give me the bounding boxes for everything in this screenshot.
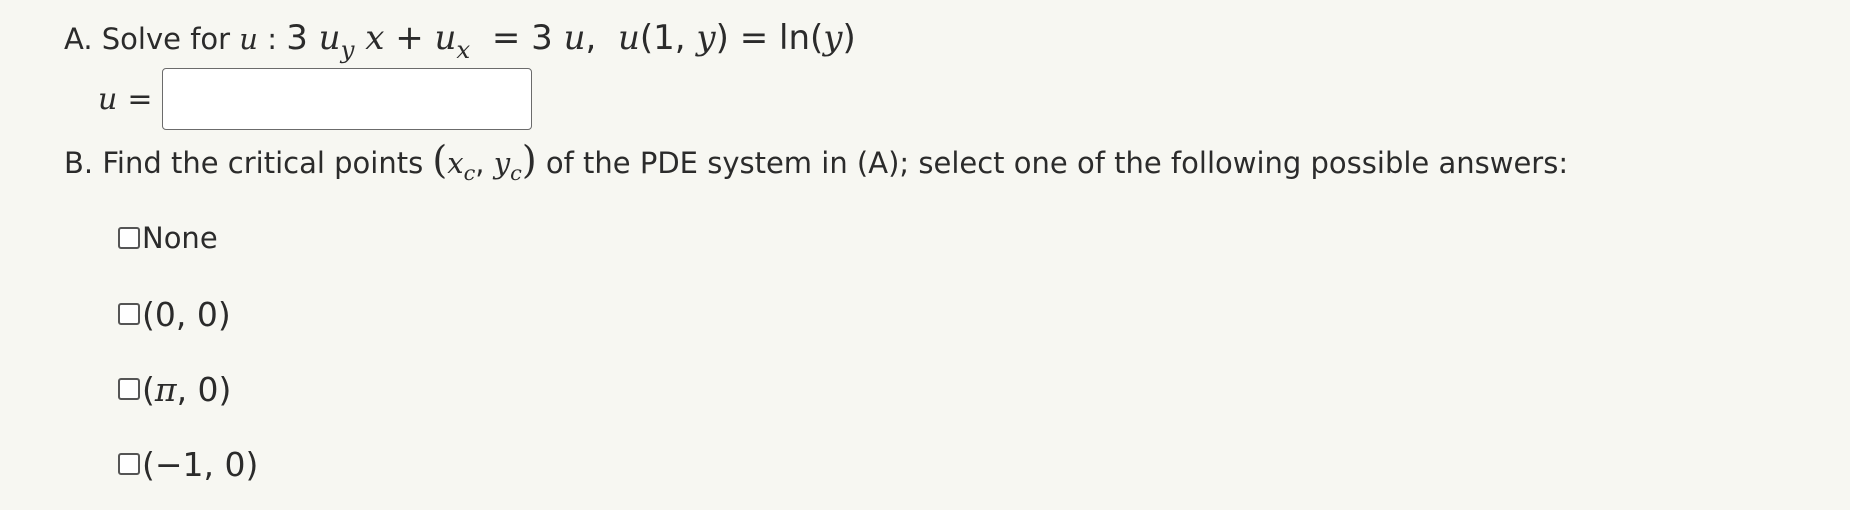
option-pi-zero-checkbox[interactable]	[118, 378, 140, 400]
ic-y: y	[696, 18, 716, 58]
pde-rhs-coef: 3	[531, 18, 553, 58]
option-neg-one-zero[interactable]: (−1, 0)	[118, 444, 258, 484]
question-b-yc-sub: c	[510, 161, 522, 186]
option-pi-zero[interactable]: (π, 0)	[118, 369, 231, 409]
ic-ln: ln(	[779, 18, 824, 58]
option-none-label: None	[142, 221, 218, 255]
ic-ln-arg: y	[823, 18, 843, 58]
question-b-close: )	[521, 138, 537, 182]
question-a-colon: :	[267, 22, 277, 56]
option-none-checkbox[interactable]	[118, 227, 140, 249]
pde-equation: 3 uy x + ux = 3 u, u(1, y) = ln(y)	[286, 18, 856, 64]
option-origin-checkbox[interactable]	[118, 303, 140, 325]
question-a-var: u	[239, 22, 258, 56]
pde-u2: u	[434, 18, 457, 58]
answer-row: u =	[98, 66, 533, 132]
option-pi-zero-open: (	[142, 369, 155, 409]
option-none[interactable]: None	[118, 220, 218, 256]
pde-u2-sub: x	[456, 34, 471, 64]
option-pi-zero-rest: , 0)	[176, 369, 232, 409]
question-b: B. Find the critical points (xc, yc) of …	[64, 136, 1568, 190]
option-neg-one-zero-checkbox[interactable]	[118, 453, 140, 475]
answer-label-equals: =	[127, 81, 153, 117]
answer-label-var: u	[98, 81, 118, 117]
pde-comma: ,	[585, 18, 597, 58]
question-b-open: (	[432, 138, 448, 182]
question-b-yc: y	[493, 146, 511, 180]
pde-coef: 3	[286, 18, 308, 58]
option-origin[interactable]: (0, 0)	[118, 294, 231, 334]
answer-input[interactable]	[162, 68, 533, 130]
ic-ln-close: )	[842, 18, 856, 58]
question-a-prefix: A. Solve for	[64, 22, 231, 56]
pde-plus: +	[395, 18, 424, 58]
pde-u1-sub: y	[340, 34, 355, 64]
ic-close: )	[715, 18, 729, 58]
question-b-suffix: of the PDE system in (A); select one of …	[545, 146, 1569, 180]
pde-equals: =	[491, 18, 521, 58]
question-b-sep: ,	[475, 146, 485, 180]
question-a: A. Solve for u : 3 uy x + ux = 3 u, u(1,…	[64, 14, 856, 65]
ic-equals: =	[739, 18, 769, 58]
question-b-xc-sub: c	[463, 161, 476, 186]
question-b-xc: x	[447, 146, 464, 180]
question-b-prefix: B. Find the critical points	[64, 146, 424, 180]
pde-x: x	[365, 18, 385, 58]
option-pi-zero-symbol: π	[154, 369, 177, 409]
pde-u1: u	[318, 18, 341, 58]
pde-rhs-var: u	[563, 18, 586, 58]
option-origin-label: (0, 0)	[142, 294, 231, 334]
ic-open: (1,	[639, 18, 686, 58]
option-neg-one-zero-label: (−1, 0)	[142, 444, 259, 484]
ic-fn: u	[617, 18, 640, 58]
